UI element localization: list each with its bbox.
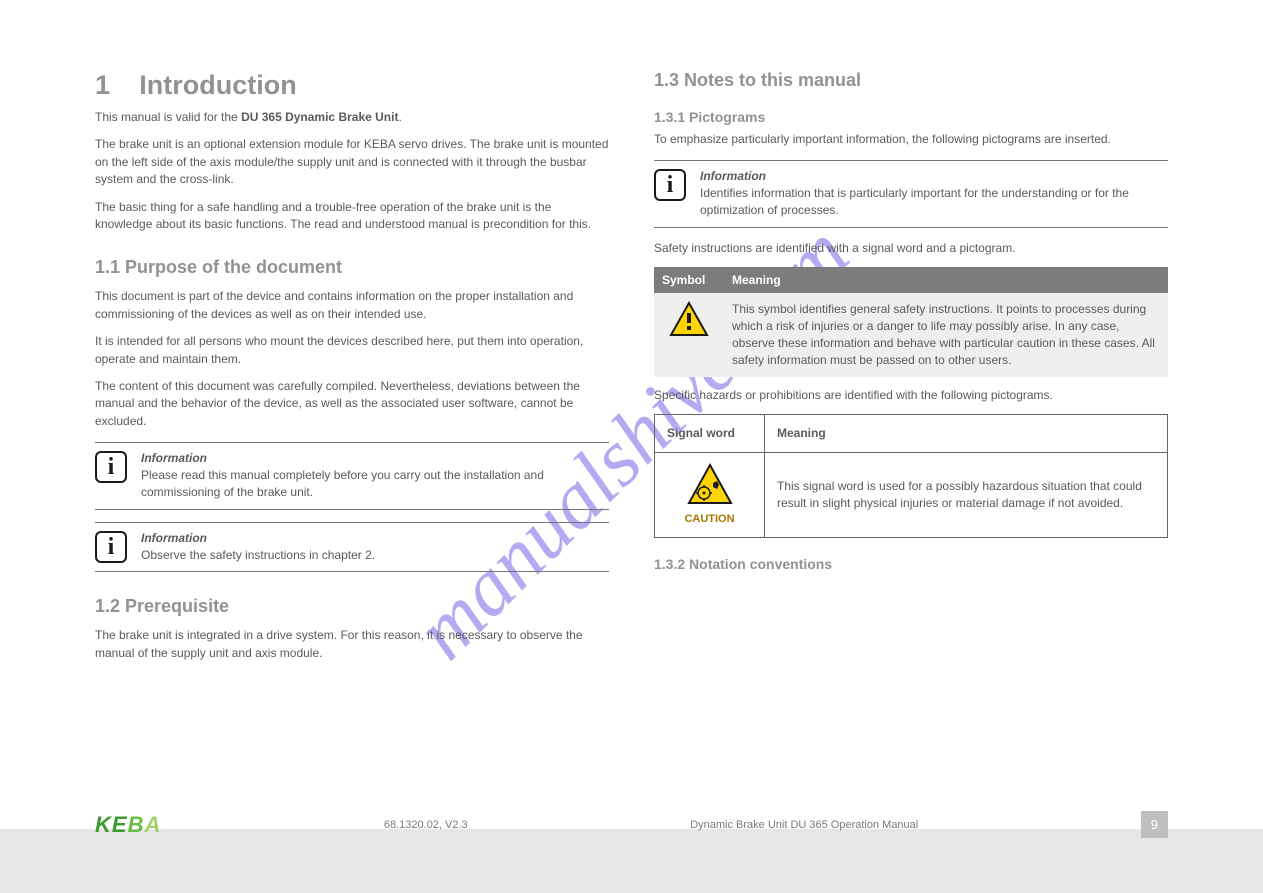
table-header-row: Signal word Meaning <box>655 414 1168 452</box>
subheading-conventions: 1.3.2 Notation conventions <box>654 556 1168 572</box>
header-meaning: Meaning <box>765 414 1168 452</box>
info-box-2: i Information Observe the safety instruc… <box>95 522 609 573</box>
table-header-symbol: Symbol <box>654 267 724 293</box>
caution-hand-gear-icon <box>687 463 733 505</box>
section-title: Introduction <box>139 70 296 100</box>
intro-paragraph-1: This manual is valid for the DU 365 Dyna… <box>95 109 609 126</box>
purpose-paragraph-3: The content of this document was careful… <box>95 378 609 430</box>
intro-paragraph-3: The basic thing for a safe handling and … <box>95 199 609 234</box>
meaning-cell: This symbol identifies general safety in… <box>724 293 1168 376</box>
symbol-table: Symbol Meaning This symbol identifies ge… <box>654 267 1168 376</box>
text-span: . <box>398 110 401 124</box>
info-content: Information Identifies information that … <box>700 169 1168 219</box>
table-row: CAUTION This signal word is used for a p… <box>655 452 1168 537</box>
caution-meaning: This signal word is used for a possibly … <box>765 452 1168 537</box>
symbol-cell <box>654 293 724 376</box>
hazards-intro: Specific hazards or prohibitions are ide… <box>654 387 1168 404</box>
purpose-paragraph-2: It is intended for all persons who mount… <box>95 333 609 368</box>
caution-label: CAUTION <box>667 512 752 527</box>
bold-product-name: DU 365 Dynamic Brake Unit <box>241 110 398 124</box>
table-header-row: Symbol Meaning <box>654 267 1168 293</box>
info-content: Information Please read this manual comp… <box>141 451 609 501</box>
info-box-1: i Information Please read this manual co… <box>95 442 609 510</box>
info-icon: i <box>95 451 127 483</box>
right-column: 1.3 Notes to this manual 1.3.1 Pictogram… <box>654 70 1168 863</box>
subheading-prerequisite: 1.2 Prerequisite <box>95 596 609 617</box>
info-icon: i <box>95 531 127 563</box>
section-number: 1 <box>95 70 110 100</box>
prerequisite-paragraph: The brake unit is integrated in a drive … <box>95 627 609 662</box>
purpose-paragraph-1: This document is part of the device and … <box>95 288 609 323</box>
header-signal-word: Signal word <box>655 414 765 452</box>
text-span: This manual is valid for the <box>95 110 241 124</box>
subheading-pictograms: 1.3.1 Pictograms <box>654 109 1168 125</box>
intro-paragraph-2: The brake unit is an optional extension … <box>95 136 609 188</box>
page-content: 1 Introduction This manual is valid for … <box>0 0 1263 893</box>
info-title: Information <box>141 531 375 545</box>
info-body: Identifies information that is particula… <box>700 185 1168 219</box>
subheading-purpose: 1.1 Purpose of the document <box>95 257 609 278</box>
info-icon: i <box>654 169 686 201</box>
pictograms-intro: To emphasize particularly important info… <box>654 131 1168 148</box>
table-row: This symbol identifies general safety in… <box>654 293 1168 376</box>
info-body: Please read this manual completely befor… <box>141 467 609 501</box>
info-title: Information <box>700 169 1168 183</box>
left-column: 1 Introduction This manual is valid for … <box>95 70 609 863</box>
warning-triangle-icon <box>669 301 709 337</box>
info-box-3: i Information Identifies information tha… <box>654 160 1168 228</box>
hazard-table: Signal word Meaning CAUTION <box>654 414 1168 538</box>
table-header-meaning: Meaning <box>724 267 1168 293</box>
info-content: Information Observe the safety instructi… <box>141 531 375 564</box>
section-heading: 1 Introduction <box>95 70 609 101</box>
safety-intro: Safety instructions are identified with … <box>654 240 1168 257</box>
signal-word-cell: CAUTION <box>655 452 765 537</box>
subheading-notes: 1.3 Notes to this manual <box>654 70 1168 91</box>
info-body: Observe the safety instructions in chapt… <box>141 547 375 564</box>
info-title: Information <box>141 451 609 465</box>
